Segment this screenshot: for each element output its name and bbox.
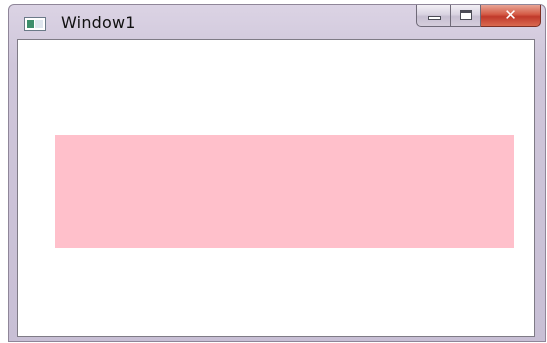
maximize-icon (460, 10, 472, 20)
window-icon-pane (27, 20, 34, 28)
minimize-button[interactable] (416, 5, 451, 27)
pink-rectangle (55, 135, 514, 248)
window-client-area (17, 39, 535, 337)
window-icon-content (35, 20, 43, 28)
close-icon: ✕ (504, 6, 517, 24)
minimize-icon (428, 16, 441, 20)
title-bar[interactable]: Window1 ✕ (9, 5, 545, 39)
app-window: Window1 ✕ (8, 4, 546, 342)
caption-buttons: ✕ (416, 5, 541, 27)
window-title: Window1 (61, 13, 136, 32)
close-button[interactable]: ✕ (481, 5, 541, 27)
maximize-button[interactable] (451, 5, 481, 27)
window-icon[interactable] (24, 17, 46, 31)
